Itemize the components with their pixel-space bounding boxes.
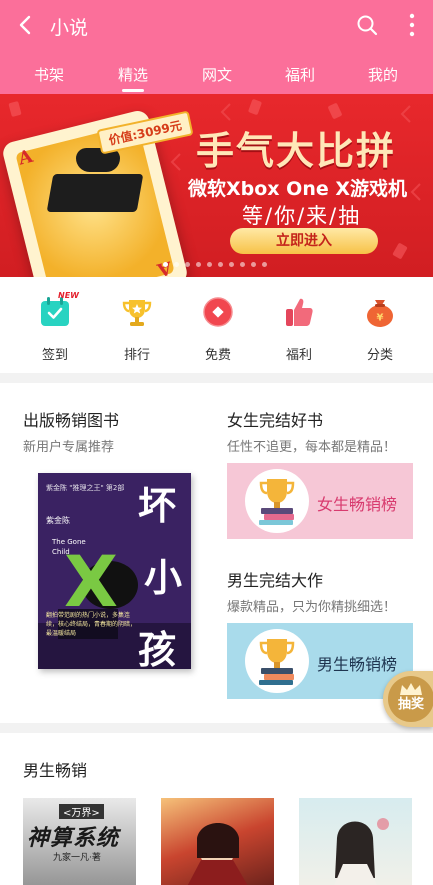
quick-nav-category[interactable]: ¥ 分类 (350, 295, 410, 363)
banner-subline: 微软Xbox One X游戏机 (188, 178, 408, 200)
active-tab-indicator (122, 89, 144, 92)
lottery-badge: 抽奖 (388, 676, 433, 722)
banner-dot[interactable] (218, 262, 223, 267)
tab-welfare[interactable]: 福利 (260, 64, 340, 85)
top-bar: 小说 (0, 0, 433, 52)
top-tabs: 书架 精选 网文 福利 我的 (0, 52, 433, 94)
cover-3-art (334, 818, 389, 885)
cover-1-title: 神算系统 (27, 826, 120, 851)
lottery-label: 抽奖 (397, 697, 424, 712)
book-cover-bad-kids[interactable]: 紫金陈 "推理之王" 第2部 紫金陈 The Gone Child 坏 小 孩 … (38, 473, 191, 669)
new-badge: NEW (58, 291, 79, 300)
banner-pagination (163, 262, 267, 268)
section-subtitle-boys-finished: 爆款精品，只为你精挑细选！ (227, 600, 397, 615)
svg-text:¥: ¥ (377, 313, 384, 324)
quick-nav-label: 福利 (285, 348, 312, 363)
banner-headline: 手气大比拼 (196, 129, 397, 173)
promo-banner[interactable]: A A 价值:3099元 手气大比拼 微软Xbox One X游戏机 等/你/来… (0, 94, 433, 277)
calendar-check-icon (41, 297, 69, 326)
banner-dot[interactable] (174, 262, 179, 267)
section-title-girls-finished: 女生完结好书 (227, 411, 324, 430)
quick-nav: 签到 NEW 排行 免费 福利 ¥ 分类 (0, 277, 433, 373)
quick-nav-label: 免费 (204, 348, 231, 363)
thumbs-up-icon (286, 298, 313, 326)
quick-nav-label: 分类 (366, 348, 393, 363)
banner-dot[interactable] (207, 262, 212, 267)
cover-blurb: 翻拍带范剧的热门小说，多集连续，核心终结局，青春期的阴暗，最温暖结局 (46, 612, 137, 637)
cover-title-char-1: 坏 (138, 484, 177, 528)
search-icon[interactable] (356, 14, 378, 36)
cover-1-author: 九家一凡·著 (53, 853, 101, 863)
cover-author-text: 紫金陈 (46, 516, 70, 525)
featured-section: 出版畅销图书 新用户专属推荐 紫金陈 "推理之王" 第2部 紫金陈 The Go… (0, 383, 433, 723)
cover-1-subtitle: <万界> (59, 804, 104, 819)
crown-icon (400, 683, 422, 695)
section-title-male-bestseller: 男生畅销 (23, 761, 88, 780)
cover-series-text: 紫金陈 "推理之王" 第2部 (46, 484, 125, 492)
back-arrow-icon[interactable] (14, 13, 38, 37)
banner-dot[interactable] (229, 262, 234, 267)
section-title-boys-finished: 男生完结大作 (227, 571, 324, 590)
quick-nav-checkin[interactable]: 签到 (25, 295, 85, 363)
boys-bestseller-label: 男生畅销榜 (317, 655, 398, 674)
trophy-icon (122, 300, 152, 326)
tab-featured[interactable]: 精选 (93, 64, 173, 85)
tab-bookshelf[interactable]: 书架 (9, 64, 89, 85)
male-bestseller-section: 男生畅销 <万界> 神算系统 九家一凡·著 (0, 733, 433, 885)
banner-dot[interactable] (251, 262, 256, 267)
tab-mine[interactable]: 我的 (343, 64, 423, 85)
girls-bestseller-card[interactable]: 女生畅销榜 (227, 463, 413, 539)
banner-dot[interactable] (163, 262, 168, 267)
book-cover-3[interactable] (299, 798, 412, 885)
cover-title-char-2: 小 (144, 556, 183, 600)
quick-nav-ranking[interactable]: 排行 (107, 295, 167, 363)
banner-dot[interactable] (185, 262, 190, 267)
section-subtitle-published: 新用户专属推荐 (23, 440, 115, 455)
banner-dot[interactable] (240, 262, 245, 267)
xbox-console-icon (46, 174, 144, 212)
trophy-books-icon (259, 639, 295, 685)
enter-now-button[interactable]: 立即进入 (230, 228, 378, 254)
banner-dot[interactable] (262, 262, 267, 267)
cover-title-char-3: 孩 (138, 628, 177, 669)
quick-nav-label: 排行 (123, 348, 150, 363)
book-cover-2[interactable] (161, 798, 274, 885)
section-title-published: 出版畅销图书 (23, 411, 120, 430)
money-bag-icon: ¥ (367, 300, 393, 327)
section-subtitle-girls-finished: 任性不追更，每本都是精品！ (227, 440, 397, 455)
quick-nav-free[interactable]: 免费 (188, 295, 248, 363)
girls-bestseller-label: 女生畅销榜 (317, 495, 398, 514)
page-title: 小说 (50, 17, 89, 39)
more-menu-icon[interactable] (404, 12, 420, 38)
cover-2-art (187, 823, 248, 885)
quick-nav-welfare[interactable]: 福利 (269, 295, 329, 363)
app-header: 小说 书架 精选 网文 福利 我的 (0, 0, 433, 94)
diamond-coin-icon (203, 297, 233, 327)
book-cover-1[interactable]: <万界> 神算系统 九家一凡·著 (23, 798, 136, 885)
quick-nav-label: 签到 (41, 348, 68, 363)
lottery-float-button[interactable]: 抽奖 (383, 671, 433, 727)
tab-web-novels[interactable]: 网文 (177, 64, 257, 85)
trophy-books-icon (259, 479, 295, 525)
banner-tagline: 等/你/来/抽 (242, 204, 362, 228)
banner-dot[interactable] (196, 262, 201, 267)
